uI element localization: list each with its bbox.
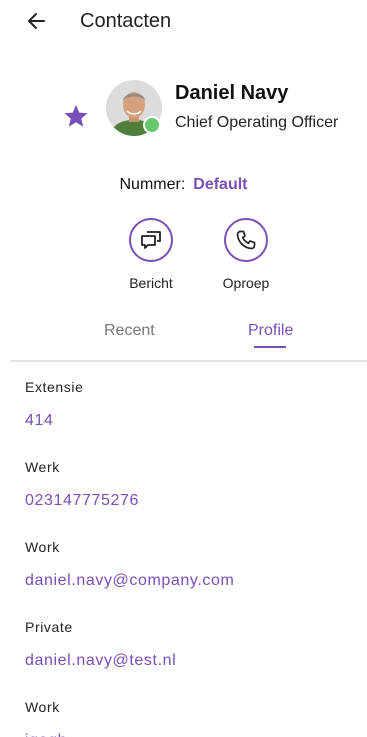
message-label: Bericht <box>129 275 173 291</box>
tab-bar: Recent Profile <box>0 316 367 362</box>
call-action: Oproep <box>211 218 281 292</box>
field-label: Werk <box>25 459 60 475</box>
field-work-phone: Werk 023147775276 <box>25 458 139 511</box>
field-work-email: Work daniel.navy@company.com <box>25 538 234 591</box>
message-button[interactable] <box>129 218 173 262</box>
phone-icon <box>236 230 256 250</box>
tab-recent[interactable]: Recent <box>104 320 155 342</box>
field-value[interactable]: daniel.navy@company.com <box>25 571 234 591</box>
number-selector: Nummer: Default <box>0 174 367 196</box>
divider <box>10 360 367 362</box>
field-label: Work <box>25 699 60 715</box>
page-title: Contacten <box>80 10 172 32</box>
active-tab-indicator <box>254 346 286 348</box>
online-status-indicator <box>143 116 161 134</box>
number-value[interactable]: Default <box>193 176 247 193</box>
number-label: Nummer: <box>119 176 186 193</box>
call-label: Oproep <box>222 275 270 291</box>
arrow-left-icon <box>28 13 45 29</box>
contact-detail-screen: Contacten Daniel Navy Chief Operating Of… <box>0 0 367 737</box>
field-extension: Extensie 414 <box>25 378 84 431</box>
favorite-button[interactable] <box>62 102 90 130</box>
contact-job-title: Chief Operating Officer <box>175 114 339 131</box>
tab-profile[interactable]: Profile <box>248 320 293 342</box>
field-label: Work <box>25 539 60 555</box>
field-value[interactable]: 414 <box>25 411 84 431</box>
top-bar: Contacten <box>0 0 367 44</box>
field-work-other: Work igegh <box>25 698 67 737</box>
call-button[interactable] <box>224 218 268 262</box>
message-icon <box>141 231 161 249</box>
star-icon <box>64 104 88 127</box>
field-label: Private <box>25 619 73 635</box>
field-value[interactable]: 023147775276 <box>25 491 139 511</box>
field-private-email: Private daniel.navy@test.nl <box>25 618 176 671</box>
contact-name: Daniel Navy <box>175 82 289 104</box>
field-value[interactable]: igegh <box>25 731 67 737</box>
message-action: Bericht <box>116 218 186 292</box>
field-value[interactable]: daniel.navy@test.nl <box>25 651 176 671</box>
field-label: Extensie <box>25 379 84 395</box>
back-button[interactable] <box>24 8 50 34</box>
